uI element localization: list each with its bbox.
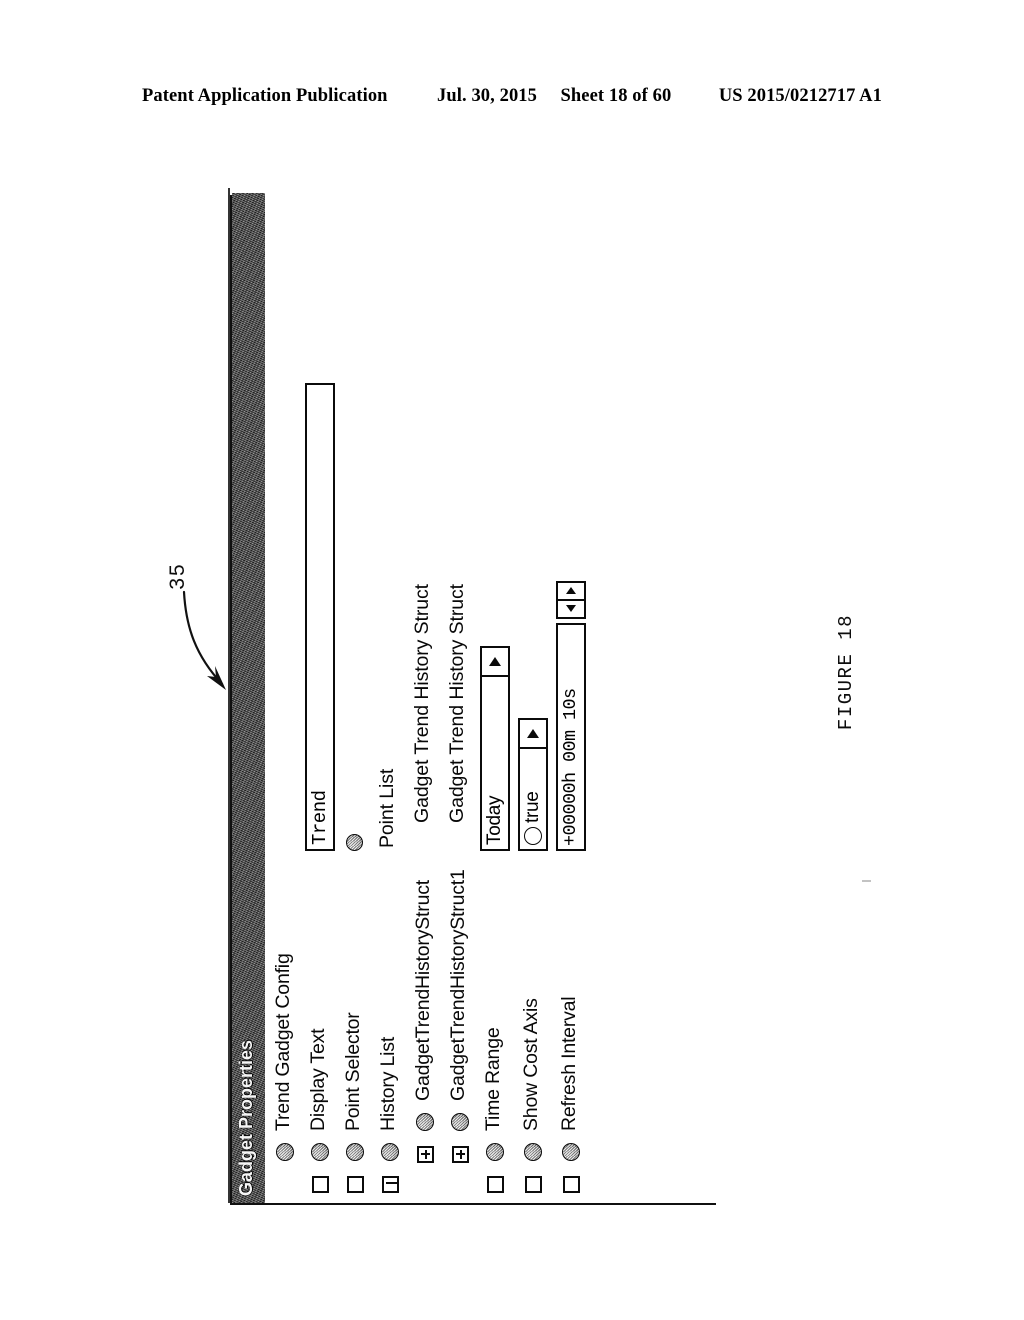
table-row[interactable]: Trend Gadget Config <box>269 193 304 1203</box>
window-client-area: Trend Gadget Config Display Text Trend P… <box>265 193 718 1203</box>
table-row[interactable]: Display Text Trend <box>304 193 339 1203</box>
sphere-icon <box>311 1139 333 1161</box>
property-label: GadgetTrendHistoryStruct1 <box>447 869 469 1101</box>
row-expander[interactable] <box>382 1173 402 1193</box>
chevron-down-icon[interactable] <box>520 720 546 749</box>
refresh-interval-value[interactable]: +00000h 00m 10s <box>556 623 586 851</box>
point-selector-value-icon[interactable] <box>346 834 363 851</box>
show-cost-axis-value-wrap: true <box>520 749 546 849</box>
table-row[interactable]: GadgetTrendHistoryStruct Gadget Trend Hi… <box>409 193 444 1203</box>
property-label: Display Text <box>307 1028 329 1131</box>
window-title: Gadget Properties <box>236 1039 256 1196</box>
window-titlebar: Gadget Properties <box>232 193 265 1203</box>
spinner-buttons[interactable] <box>556 581 586 619</box>
row-checkbox[interactable] <box>487 1173 507 1193</box>
table-row[interactable]: Refresh Interval +00000h 00m 10s <box>555 193 593 1203</box>
reference-numeral-35: 35 <box>166 562 189 590</box>
row-checkbox[interactable] <box>563 1173 583 1193</box>
chevron-down-icon[interactable] <box>482 648 508 677</box>
sphere-icon <box>346 1139 368 1161</box>
sphere-icon <box>451 1109 473 1131</box>
row-checkbox[interactable] <box>525 1173 545 1193</box>
sphere-icon <box>562 1139 584 1161</box>
property-label: Time Range <box>482 1027 504 1132</box>
sphere-icon <box>276 1139 298 1161</box>
property-label: Show Cost Axis <box>520 998 542 1131</box>
figure-stage: 35 Gadget Properties Trend Gadget Config <box>0 0 1024 1320</box>
property-label: Refresh Interval <box>558 996 580 1131</box>
sphere-icon <box>524 1139 546 1161</box>
row-checkbox[interactable] <box>312 1173 332 1193</box>
time-range-value: Today <box>484 795 505 845</box>
property-label: Point Selector <box>342 1012 364 1131</box>
spinner-decrement-icon[interactable] <box>558 601 584 617</box>
table-row[interactable]: History List Point List <box>374 193 409 1203</box>
property-value: Gadget Trend History Struct <box>411 584 433 823</box>
circle-icon <box>524 827 542 845</box>
table-row[interactable]: Time Range Today <box>479 193 517 1203</box>
table-row[interactable]: Point Selector <box>339 193 374 1203</box>
sphere-icon <box>416 1109 438 1131</box>
show-cost-axis-dropdown[interactable]: true <box>518 718 548 851</box>
sphere-icon <box>486 1139 508 1161</box>
property-value: Gadget Trend History Struct <box>446 584 468 823</box>
row-checkbox[interactable] <box>347 1173 367 1193</box>
table-row[interactable]: Show Cost Axis true <box>517 193 555 1203</box>
property-label: Trend Gadget Config <box>272 953 294 1131</box>
time-range-dropdown[interactable]: Today <box>480 646 510 851</box>
gadget-properties-window: Gadget Properties Trend Gadget Config Di… <box>230 193 718 1205</box>
scan-speck <box>862 880 871 882</box>
property-label: History List <box>377 1036 399 1131</box>
sphere-stack-icon <box>381 1139 403 1161</box>
row-expander-plus[interactable] <box>452 1143 472 1163</box>
property-value: Point List <box>376 768 398 848</box>
show-cost-axis-value: true <box>522 791 543 823</box>
property-grid: Trend Gadget Config Display Text Trend P… <box>269 193 593 1203</box>
property-label: GadgetTrendHistoryStruct <box>412 880 434 1101</box>
display-text-input[interactable]: Trend <box>305 383 335 851</box>
figure-caption: FIGURE 18 <box>835 613 857 731</box>
spinner-increment-icon[interactable] <box>558 583 584 601</box>
refresh-interval-spinner[interactable]: +00000h 00m 10s <box>556 581 586 851</box>
table-row[interactable]: GadgetTrendHistoryStruct1 Gadget Trend H… <box>444 193 479 1203</box>
row-expander-plus[interactable] <box>417 1143 437 1163</box>
